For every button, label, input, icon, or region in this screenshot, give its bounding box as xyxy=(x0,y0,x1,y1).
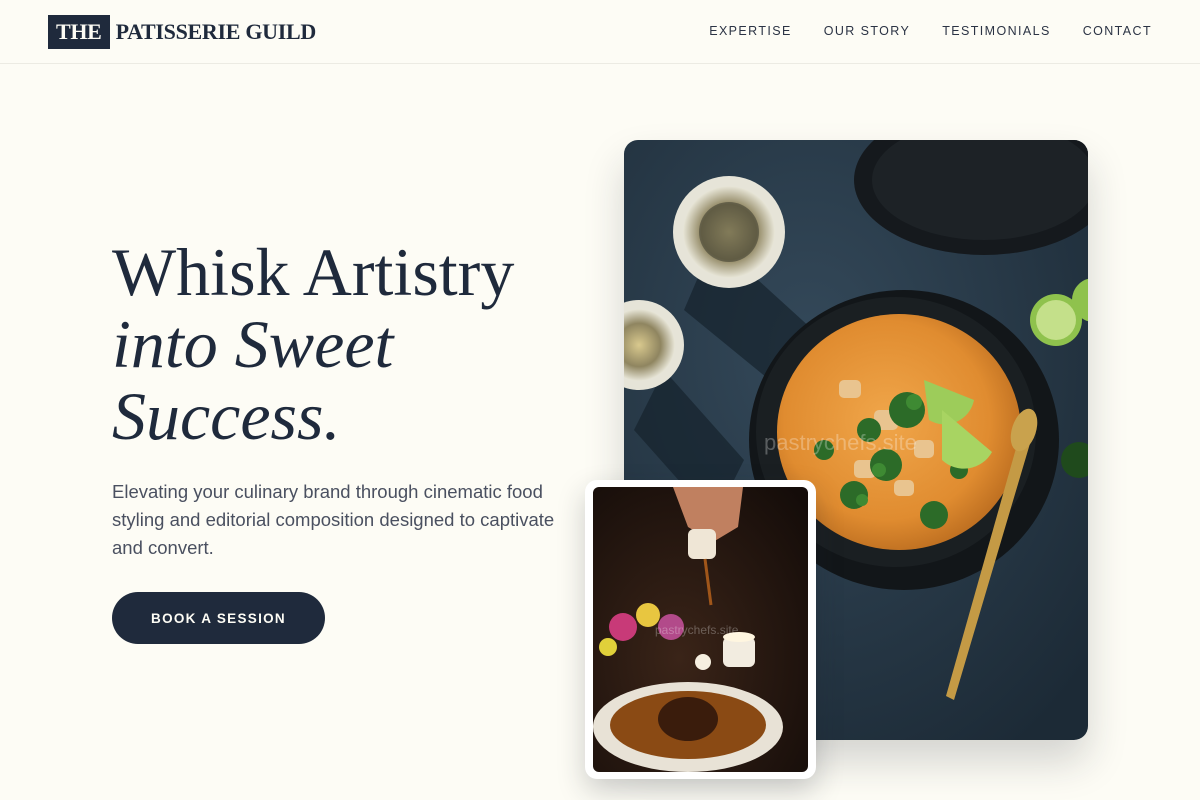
headline-line-1: Whisk Artistry xyxy=(112,234,515,310)
hero-inset-image-card: pastrychefs.site xyxy=(585,480,816,779)
nav-link-testimonials[interactable]: TESTIMONIALS xyxy=(942,24,1050,38)
hero-inset-image: pastrychefs.site xyxy=(593,487,808,772)
hero-headline: Whisk Artistry into Sweet Success. xyxy=(112,236,582,452)
site-logo[interactable]: THE PATISSERIE GUILD xyxy=(48,15,316,49)
main-nav: EXPERTISE OUR STORY TESTIMONIALS CONTACT xyxy=(709,24,1152,38)
site-header: THE PATISSERIE GUILD EXPERTISE OUR STORY… xyxy=(0,0,1200,64)
book-session-button[interactable]: BOOK A SESSION xyxy=(112,592,325,644)
logo-wordmark: PATISSERIE GUILD xyxy=(115,19,317,44)
headline-line-2: into Sweet xyxy=(112,306,394,382)
nav-link-expertise[interactable]: EXPERTISE xyxy=(709,24,792,38)
hero-subtext: Elevating your culinary brand through ci… xyxy=(112,481,555,558)
headline-line-3: Success. xyxy=(112,378,341,454)
logo-mark: THE xyxy=(48,15,110,49)
nav-link-contact[interactable]: CONTACT xyxy=(1083,24,1152,38)
sauce-pour-illustration xyxy=(593,487,808,772)
nav-link-our-story[interactable]: OUR STORY xyxy=(824,24,910,38)
